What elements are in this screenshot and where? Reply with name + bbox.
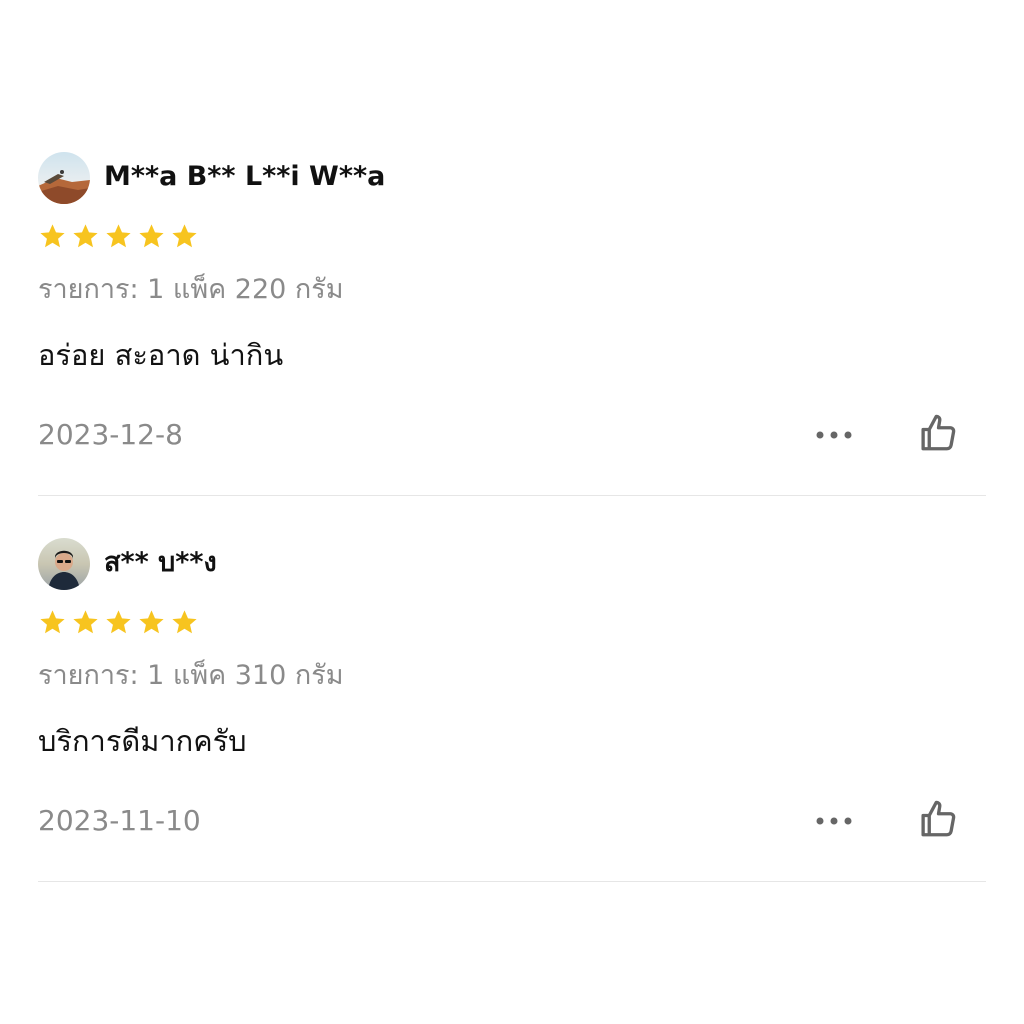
thumbs-up-icon	[921, 800, 956, 837]
star-icon	[73, 610, 98, 634]
review-comment: อร่อย สะอาด น่ากิน	[38, 338, 284, 372]
review-date: 2023-11-10	[38, 804, 201, 837]
more-options-button[interactable]	[810, 420, 858, 450]
variant-text: รายการ: 1 แพ็ค 220 กรัม	[38, 274, 344, 305]
star-icon	[172, 610, 197, 634]
review-date: 2023-12-8	[38, 418, 183, 451]
star-icon	[40, 610, 65, 634]
star-icon	[172, 224, 197, 248]
thumbs-up-icon	[921, 414, 956, 451]
divider	[38, 495, 986, 496]
star-icon	[40, 224, 65, 248]
star-rating	[38, 608, 199, 638]
star-icon	[139, 610, 164, 634]
more-options-button[interactable]	[810, 806, 858, 836]
star-icon	[106, 610, 131, 634]
avatar[interactable]	[38, 152, 90, 204]
star-icon	[73, 224, 98, 248]
star-rating	[38, 222, 199, 252]
review-item: M**a B** L**i W**a รายการ: 1 แพ็ค 220 กร…	[38, 152, 986, 496]
variant-text: รายการ: 1 แพ็ค 310 กรัม	[38, 660, 344, 691]
avatar-image	[38, 538, 90, 590]
star-icon	[139, 224, 164, 248]
star-icon	[106, 224, 131, 248]
more-dots-icon	[816, 817, 852, 825]
review-item: ส** บ**ง รายการ: 1 แพ็ค 310 กรัม บริการด…	[38, 538, 986, 882]
avatar[interactable]	[38, 538, 90, 590]
divider	[38, 881, 986, 882]
review-comment: บริการดีมากครับ	[38, 724, 247, 758]
username: ส** บ**ง	[104, 547, 217, 578]
more-dots-icon	[816, 431, 852, 439]
avatar-image	[38, 152, 90, 204]
username: M**a B** L**i W**a	[104, 161, 386, 192]
like-button[interactable]	[914, 796, 962, 842]
like-button[interactable]	[914, 410, 962, 456]
